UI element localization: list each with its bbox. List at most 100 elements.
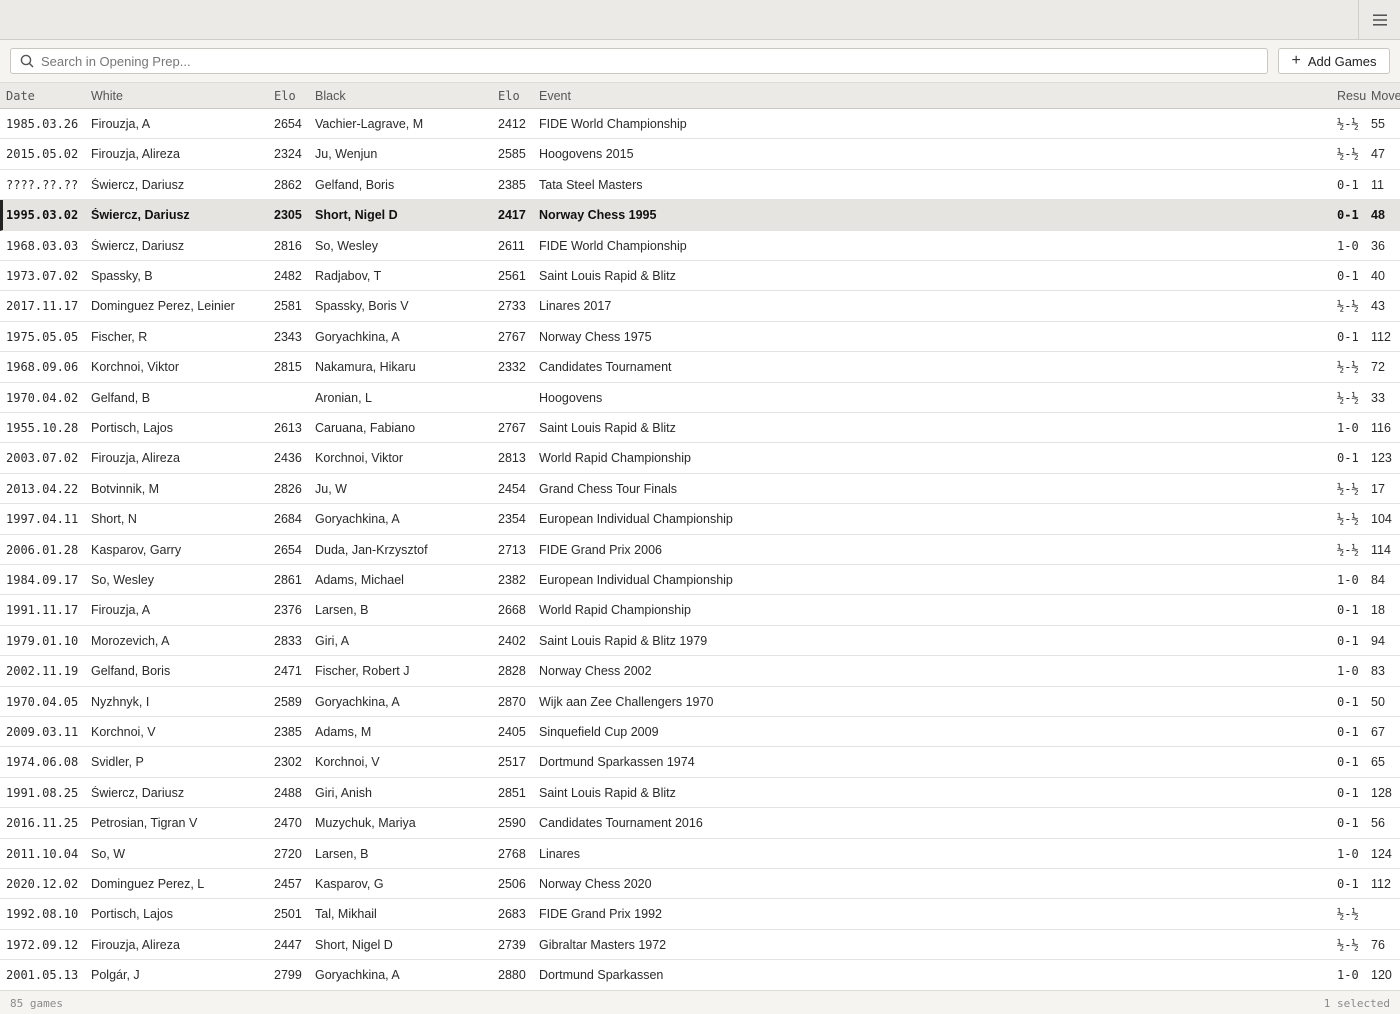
table-row[interactable]: 1997.04.11 Short, N 2684 Goryachkina, A 2354… xyxy=(0,504,1400,535)
cell-white-elo: 2302 xyxy=(274,755,302,770)
cell-event: World Rapid Championship xyxy=(539,451,691,466)
cell-event: Saint Louis Rapid & Blitz xyxy=(539,785,676,800)
cell-white-elo: 2862 xyxy=(274,177,302,192)
cell-white-elo: 2861 xyxy=(274,573,302,587)
cell-white: Firouzja, A xyxy=(91,603,151,618)
cell-date: 1968.09.06 xyxy=(6,360,79,375)
table-row[interactable]: 1968.09.06 Korchnoi, Viktor 2815 Nakamura, … xyxy=(0,352,1400,383)
cell-moves: 76 xyxy=(1371,937,1385,952)
menu-button[interactable] xyxy=(1358,0,1400,40)
cell-event: FIDE Grand Prix 1992 xyxy=(539,907,662,922)
cell-result: 0-1 xyxy=(1337,694,1359,709)
table-row[interactable]: 1979.01.10 Morozevich, A 2833 Giri, A 2402 Sa… xyxy=(0,626,1400,657)
cell-event: Norway Chess 1975 xyxy=(539,329,652,344)
add-games-label: Add Games xyxy=(1307,53,1377,69)
table-row[interactable]: 1970.04.05 Nyzhnyk, I 2589 Goryachkina, A 28… xyxy=(0,687,1400,717)
column-header-black[interactable]: Black xyxy=(315,89,490,103)
cell-black: Fischer, Robert J xyxy=(315,664,410,679)
table-row[interactable]: 1992.08.10 Portisch, Lajos 2501 Tal, Mikhai… xyxy=(0,899,1400,930)
cell-moves: 112 xyxy=(1371,329,1391,344)
table-row[interactable]: 1973.07.02 Spassky, B 2482 Radjabov, T 2561 S… xyxy=(0,261,1400,292)
cell-result: ½-½ xyxy=(1337,117,1359,131)
table-row[interactable]: 2011.10.04 So, W 2720 Larsen, B 2768 Linares 1… xyxy=(0,839,1400,869)
table-row[interactable]: 1974.06.08 Svidler, P 2302 Korchnoi, V 2517 D… xyxy=(0,747,1400,778)
cell-white: So, Wesley xyxy=(91,573,154,587)
table-row[interactable]: 2017.11.17 Dominguez Perez, Leinier 2581 Sp… xyxy=(0,291,1400,322)
cell-black: Short, Nigel D xyxy=(315,208,398,223)
table-row[interactable]: 2020.12.02 Dominguez Perez, L 2457 Kasparov… xyxy=(0,869,1400,900)
table-row[interactable]: 1975.05.05 Fischer, R 2343 Goryachkina, A 27… xyxy=(0,322,1400,353)
add-games-button[interactable]: + Add Games xyxy=(1278,48,1390,74)
column-header-white-elo[interactable]: Elo xyxy=(274,89,310,103)
cell-moves: 33 xyxy=(1371,390,1385,405)
cell-black: Ju, Wenjun xyxy=(315,147,378,162)
cell-event: Dortmund Sparkassen 1974 xyxy=(539,755,695,770)
table-row[interactable]: 1991.11.17 Firouzja, A 2376 Larsen, B 2668 Wo… xyxy=(0,595,1400,626)
cell-result: 0-1 xyxy=(1337,603,1359,618)
table-row[interactable]: 2001.05.13 Polgár, J 2799 Goryachkina, A 288… xyxy=(0,960,1400,990)
cell-white-elo: 2833 xyxy=(274,633,302,648)
table-row-selected[interactable]: 1995.03.02 Świercz, Dariusz 2305 Short, Nig… xyxy=(0,200,1400,231)
table-row[interactable]: 2016.11.25 Petrosian, Tigran V 2470 Muzychu… xyxy=(0,808,1400,839)
column-header-result[interactable]: Resu xyxy=(1337,89,1367,103)
table-row[interactable]: 1970.04.02 Gelfand, B Aronian, L Hoogovens ½… xyxy=(0,383,1400,413)
cell-moves: 104 xyxy=(1371,512,1392,527)
table-row[interactable]: 1985.03.26 Firouzja, A 2654 Vachier-Lagrave… xyxy=(0,109,1400,140)
cell-white-elo: 2589 xyxy=(274,694,302,709)
cell-white: Firouzja, A xyxy=(91,117,151,131)
table-row[interactable]: 2015.05.02 Firouzja, Alireza 2324 Ju, Wenju… xyxy=(0,139,1400,170)
cell-date: 2009.03.11 xyxy=(6,725,79,739)
games-count: 85 games xyxy=(10,997,63,1010)
cell-moves: 40 xyxy=(1371,269,1385,283)
table-row[interactable]: 2009.03.11 Korchnoi, V 2385 Adams, M 2405 Sin… xyxy=(0,717,1400,748)
cell-result: 0-1 xyxy=(1337,633,1359,648)
cell-black-elo: 2382 xyxy=(498,573,526,587)
cell-black: Giri, Anish xyxy=(315,785,372,800)
table-row[interactable]: 2006.01.28 Kasparov, Garry 2654 Duda, Jan-K… xyxy=(0,535,1400,565)
plus-icon: + xyxy=(1291,51,1301,69)
cell-event: Linares 2017 xyxy=(539,299,612,314)
table-row[interactable]: 1984.09.17 So, Wesley 2861 Adams, Michael 23… xyxy=(0,565,1400,596)
column-header-moves[interactable]: Move xyxy=(1371,89,1400,103)
table-row[interactable]: 1972.09.12 Firouzja, Alireza 2447 Short, Ni… xyxy=(0,930,1400,961)
cell-event: Linares xyxy=(539,846,580,861)
column-header-event[interactable]: Event xyxy=(539,89,1319,103)
cell-date: 1997.04.11 xyxy=(6,512,79,527)
cell-moves: 18 xyxy=(1371,603,1385,618)
table-row[interactable]: 2002.11.19 Gelfand, Boris 2471 Fischer, Rob… xyxy=(0,656,1400,687)
table-row[interactable]: 1968.03.03 Świercz, Dariusz 2816 So, Wesley… xyxy=(0,231,1400,261)
search-box[interactable] xyxy=(10,48,1268,74)
cell-black: Caruana, Fabiano xyxy=(315,421,416,435)
cell-black: Radjabov, T xyxy=(315,269,382,283)
table-row[interactable]: 1991.08.25 Świercz, Dariusz 2488 Giri, Anis… xyxy=(0,778,1400,809)
cell-date: 2017.11.17 xyxy=(6,299,79,314)
cell-white: Świercz, Dariusz xyxy=(91,177,185,192)
column-header-white[interactable]: White xyxy=(91,89,266,103)
cell-black: Adams, M xyxy=(315,725,372,739)
table-row[interactable]: 2013.04.22 Botvinnik, M 2826 Ju, W 2454 Grand… xyxy=(0,474,1400,505)
table-row[interactable]: 1955.10.28 Portisch, Lajos 2613 Caruana, Fa… xyxy=(0,413,1400,444)
column-header-black-elo[interactable]: Elo xyxy=(498,89,534,103)
cell-white-elo: 2376 xyxy=(274,603,302,618)
table-row[interactable]: 2003.07.02 Firouzja, Alireza 2436 Korchnoi,… xyxy=(0,443,1400,474)
cell-date: 1995.03.02 xyxy=(6,208,79,223)
cell-white: Korchnoi, Viktor xyxy=(91,360,180,375)
column-header-date[interactable]: Date xyxy=(6,89,86,103)
cell-white-elo: 2654 xyxy=(274,542,302,557)
cell-black-elo: 2880 xyxy=(498,968,526,983)
cell-moves: 56 xyxy=(1371,816,1385,831)
cell-date: 1984.09.17 xyxy=(6,573,79,587)
cell-moves: 67 xyxy=(1371,725,1385,739)
cell-black: Aronian, L xyxy=(315,390,372,405)
cell-white-elo: 2826 xyxy=(274,481,302,496)
cell-moves: 116 xyxy=(1371,421,1391,435)
cell-black-elo: 2454 xyxy=(498,481,526,496)
cell-black-elo: 2402 xyxy=(498,633,526,648)
cell-event: Saint Louis Rapid & Blitz xyxy=(539,421,676,435)
cell-white-elo: 2720 xyxy=(274,846,302,861)
table-row[interactable]: ????.??.?? Świercz, Dariusz 2862 Gelfand, B… xyxy=(0,170,1400,201)
search-input[interactable] xyxy=(41,49,1261,73)
cell-white-elo: 2654 xyxy=(274,117,302,131)
cell-white: Dominguez Perez, Leinier xyxy=(91,299,235,314)
cell-white: Świercz, Dariusz xyxy=(91,208,190,223)
